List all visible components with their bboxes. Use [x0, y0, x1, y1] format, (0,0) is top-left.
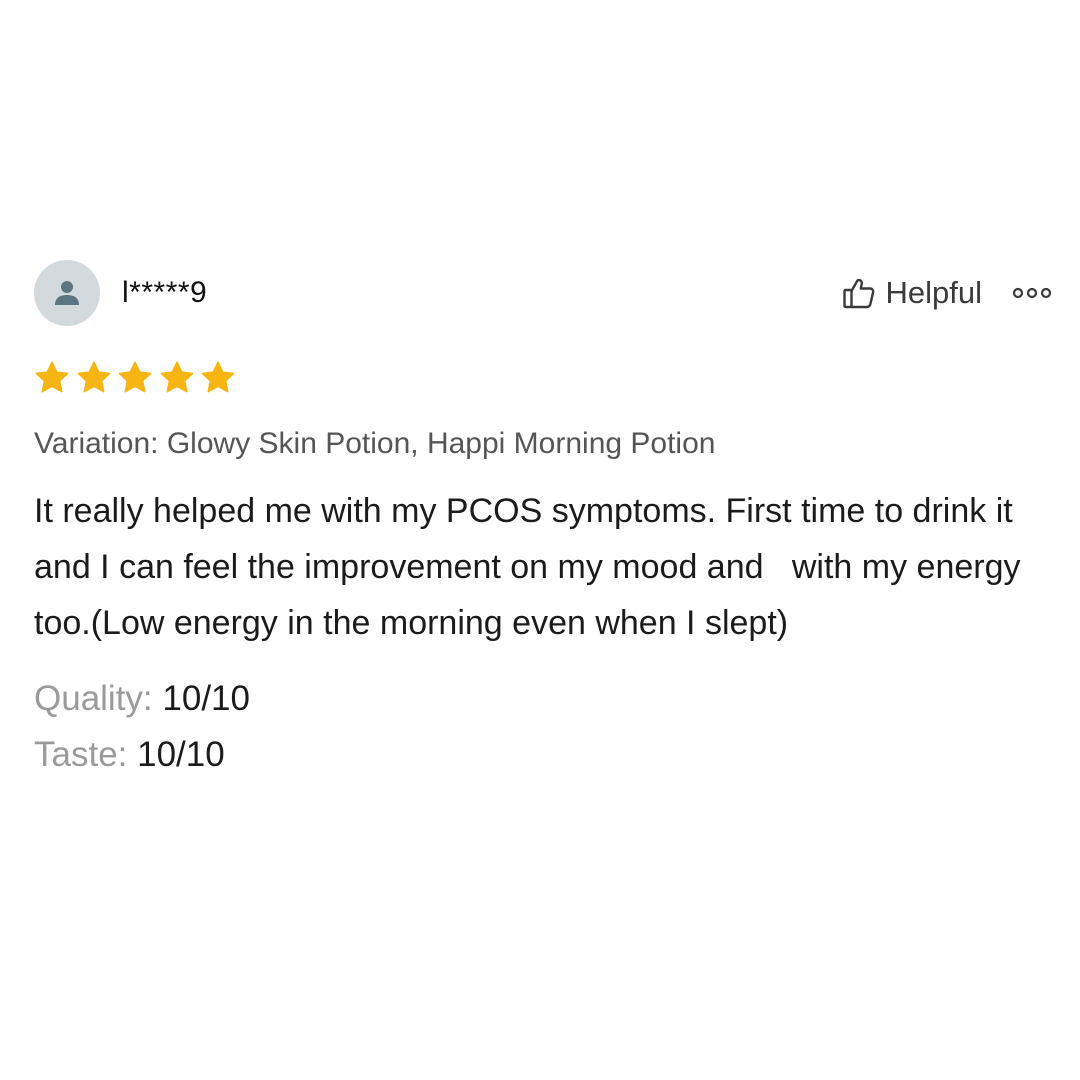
more-options-icon	[1012, 287, 1052, 299]
quality-label: Quality:	[34, 679, 163, 718]
star-icon	[117, 360, 153, 396]
taste-value: 10/10	[137, 735, 225, 774]
star-icon	[34, 360, 70, 396]
taste-rating: Taste: 10/10	[34, 727, 1054, 783]
quality-value: 10/10	[162, 679, 250, 718]
star-icon	[200, 360, 236, 396]
reviewer-username: l*****9	[122, 276, 208, 309]
star-rating	[34, 358, 1054, 398]
variation-text: Variation: Glowy Skin Potion, Happi Morn…	[34, 427, 716, 460]
star-icon	[159, 360, 195, 396]
review-card: l*****9 Helpful Variation: Glowy Skin Po…	[34, 260, 1054, 783]
attribute-ratings: Quality: 10/10 Taste: 10/10	[34, 671, 1054, 783]
review-body: It really helped me with my PCOS symptom…	[34, 492, 1030, 642]
review-header: l*****9 Helpful	[34, 260, 1054, 326]
taste-label: Taste:	[34, 735, 138, 774]
avatar[interactable]	[34, 260, 100, 326]
quality-rating: Quality: 10/10	[34, 671, 1054, 727]
user-silhouette-icon	[55, 281, 79, 305]
more-options-button[interactable]	[1012, 286, 1052, 300]
helpful-button[interactable]: Helpful	[842, 275, 983, 311]
thumbs-up-icon	[842, 276, 876, 310]
star-icon	[76, 360, 112, 396]
helpful-label: Helpful	[885, 275, 983, 310]
